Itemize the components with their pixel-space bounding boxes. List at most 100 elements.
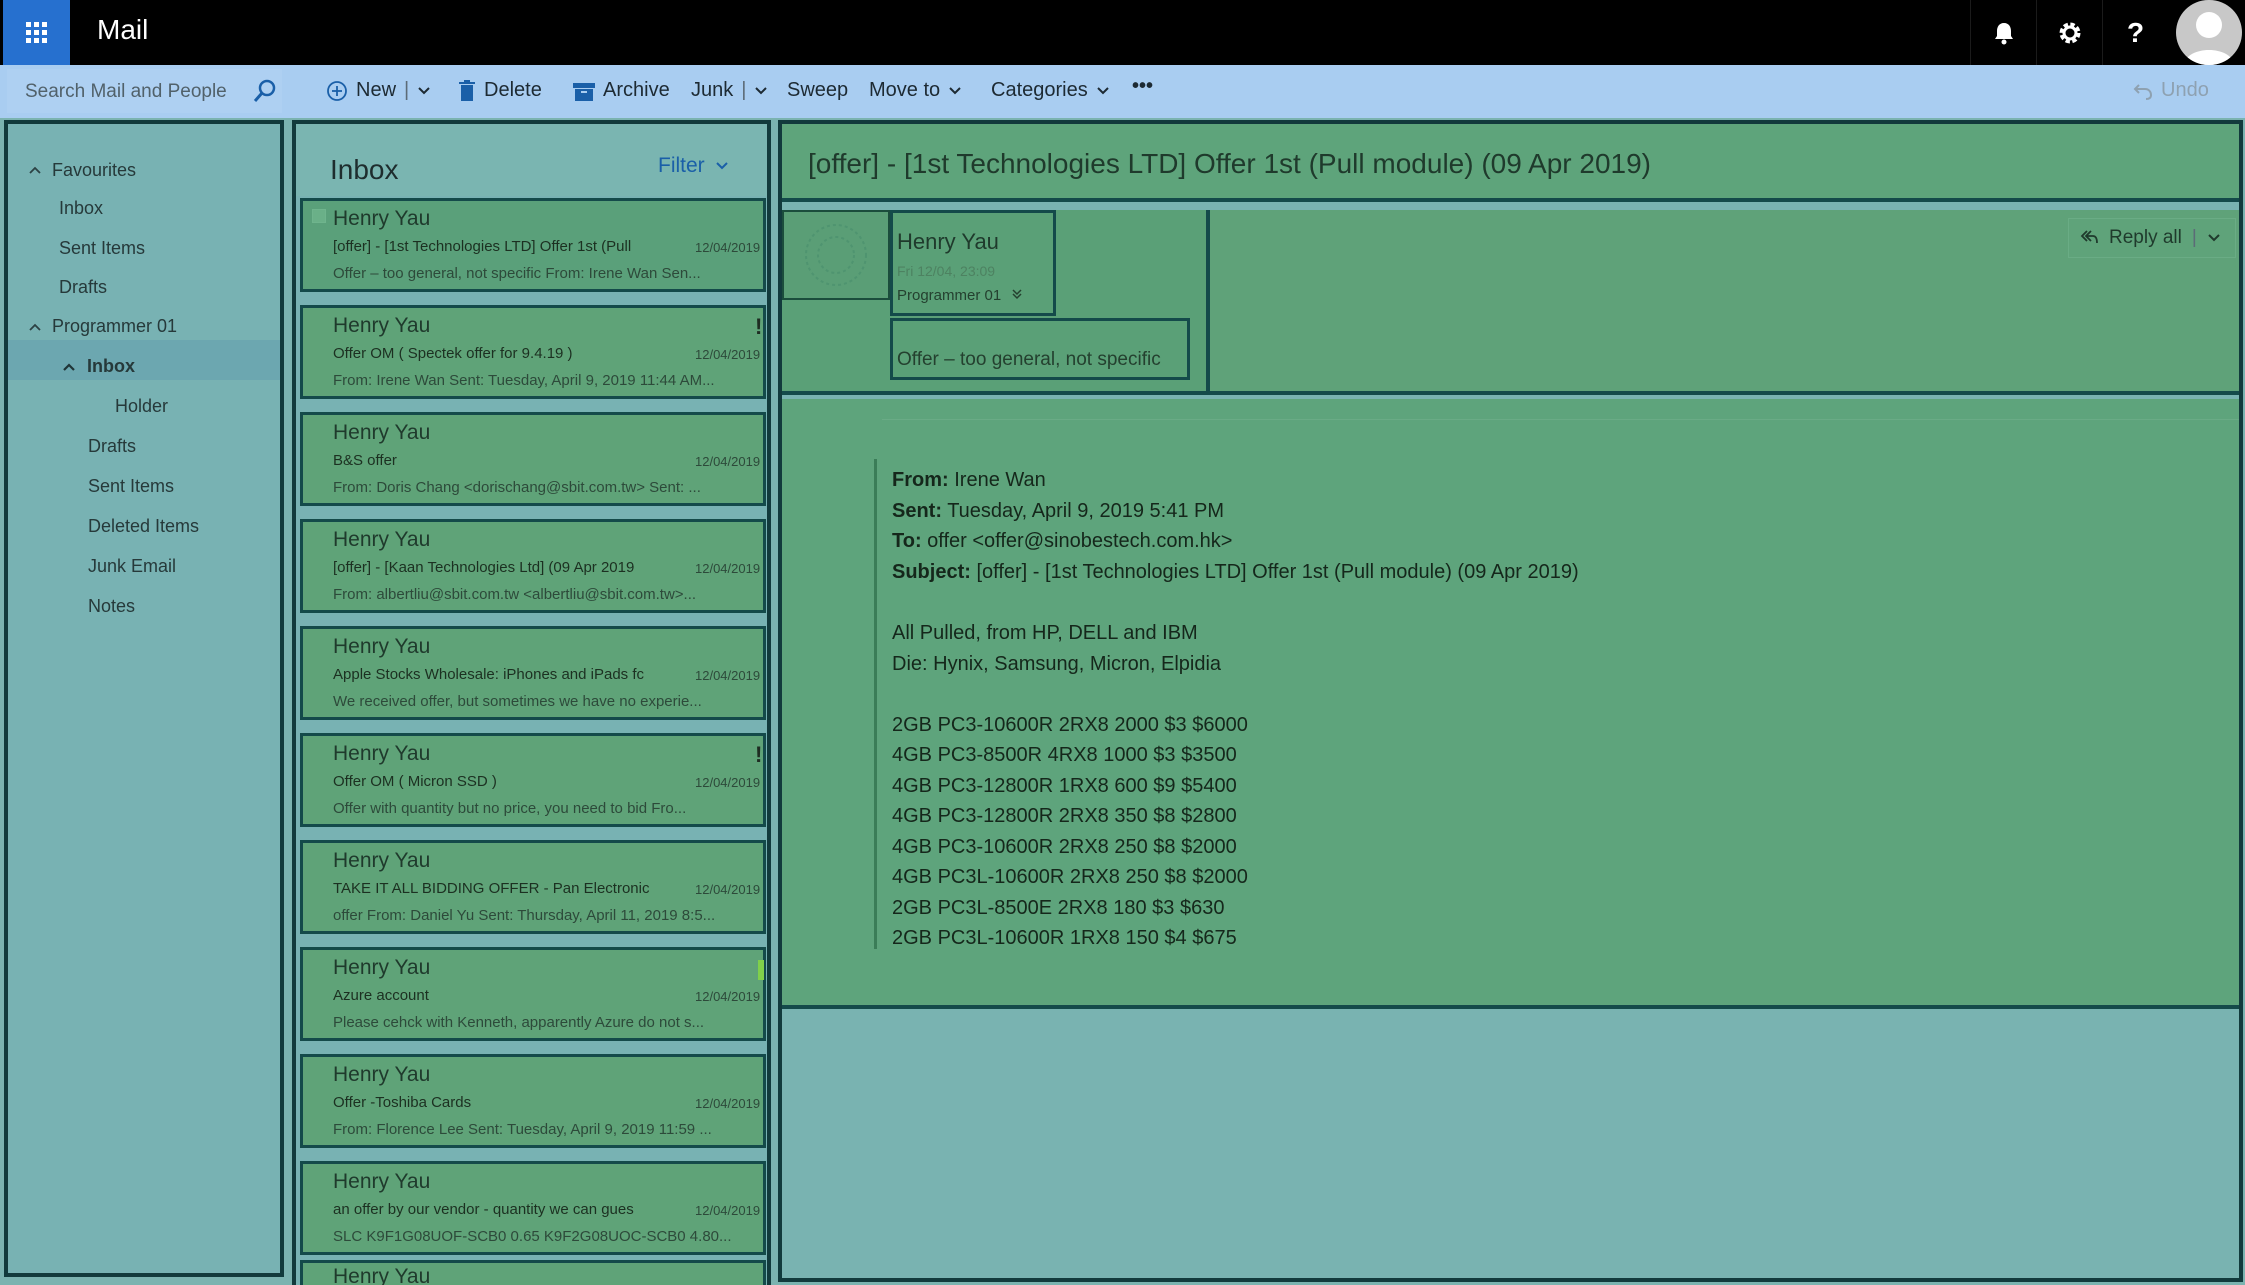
select-checkbox[interactable] <box>312 209 326 223</box>
chevron-down-icon <box>1097 86 1109 94</box>
message-subject: [offer] - [Kaan Technologies Ltd] (09 Ap… <box>333 559 635 576</box>
message-subject: an offer by our vendor - quantity we can… <box>333 1201 634 1218</box>
folder-label[interactable]: Programmer 01 <box>897 287 1023 304</box>
undo-button[interactable]: Undo <box>2133 79 2209 102</box>
message-item[interactable]: Henry Yau ! Offer OM ( Micron SSD ) 12/0… <box>300 733 766 827</box>
reply-all-label: Reply all <box>2109 227 2182 248</box>
folder-junk-email[interactable]: Junk Email <box>88 556 176 577</box>
sweep-button[interactable]: Sweep <box>787 79 848 102</box>
folder-notes[interactable]: Notes <box>88 596 135 617</box>
gear-icon <box>2059 22 2080 43</box>
help-button[interactable]: ? <box>2102 0 2168 65</box>
categories-button[interactable]: Categories <box>991 79 1110 102</box>
sent-line: Sent: Tuesday, April 9, 2019 5:41 PM <box>892 500 1224 523</box>
message-item[interactable]: Henry Yau Offer -Toshiba Cards 12/04/201… <box>300 1054 766 1148</box>
filter-button[interactable]: Filter <box>658 154 729 178</box>
folder-drafts[interactable]: Drafts <box>88 436 136 457</box>
double-chevron-down-icon <box>1012 289 1022 300</box>
move-to-label: Move to <box>869 79 941 101</box>
bell-icon <box>1994 22 2013 44</box>
junk-button[interactable]: Junk | <box>691 79 768 102</box>
message-item[interactable]: Henry Yau TAKE IT ALL BIDDING OFFER - Pa… <box>300 840 766 934</box>
reply-all-icon <box>2080 230 2098 244</box>
new-button[interactable]: New | <box>326 79 431 102</box>
more-actions-button[interactable]: ••• <box>1132 75 1153 98</box>
from-value: Irene Wan <box>948 469 1046 491</box>
folder-sent-items[interactable]: Sent Items <box>88 476 174 497</box>
message-subject: Offer OM ( Micron SSD ) <box>333 773 497 790</box>
message-item[interactable]: Henry Yau Azure account 12/04/2019 Pleas… <box>300 947 766 1041</box>
archive-button[interactable]: Archive <box>573 79 670 102</box>
undo-label: Undo <box>2161 79 2209 101</box>
message-item[interactable]: Henry Yau B&S offer 12/04/2019 From: Dor… <box>300 412 766 506</box>
search-icon[interactable] <box>253 79 277 103</box>
price-line: 2GB PC3L-8500E 2RX8 180 $3 $630 <box>892 897 1225 919</box>
reply-all-button[interactable]: Reply all | <box>2068 218 2236 258</box>
message-subject: TAKE IT ALL BIDDING OFFER - Pan Electron… <box>333 880 650 897</box>
chevron-up-icon[interactable] <box>28 165 42 175</box>
message-subject: Apple Stocks Wholesale: iPhones and iPad… <box>333 666 645 683</box>
message-item[interactable]: Henry Yau [offer] - [Kaan Technologies L… <box>300 519 766 613</box>
subject-label: Subject: <box>892 561 971 583</box>
subject-value: [offer] - [1st Technologies LTD] Offer 1… <box>970 561 1579 583</box>
price-line: 4GB PC3-10600R 2RX8 250 $8 $2000 <box>892 836 1237 858</box>
folder-fav-inbox[interactable]: Inbox <box>59 198 103 219</box>
folder-name: Programmer 01 <box>897 287 1002 304</box>
folder-favourites[interactable]: Favourites <box>52 160 136 181</box>
folder-fav-sent-items[interactable]: Sent Items <box>59 238 145 259</box>
sender-card: Henry Yau Fri 12/04, 23:09 Programmer 01… <box>782 210 1210 391</box>
plus-circle-icon <box>327 80 347 101</box>
sender-photo[interactable] <box>782 210 890 300</box>
chevron-up-icon[interactable] <box>28 322 42 332</box>
message-sender: Henry Yau <box>333 421 431 444</box>
sweep-label: Sweep <box>787 79 849 101</box>
folder-deleted-items[interactable]: Deleted Items <box>88 516 199 537</box>
message-item[interactable]: Henry Yau Apple Stocks Wholesale: iPhone… <box>300 626 766 720</box>
message-item[interactable]: Henry Yau [offer] - [1st Technologies LT… <box>300 198 766 292</box>
message-item[interactable]: Henry Yau <box>300 1260 766 1285</box>
chevron-down-icon <box>715 162 728 170</box>
price-line: 2GB PC3L-10600R 1RX8 150 $4 $675 <box>892 927 1237 949</box>
importance-icon: ! <box>755 314 763 339</box>
message-sender: Henry Yau <box>333 314 431 337</box>
message-sender: Henry Yau <box>333 1063 431 1086</box>
chevron-up-icon[interactable] <box>62 362 76 372</box>
more-icon: ••• <box>1132 75 1154 97</box>
body-line: Die: Hynix, Samsung, Micron, Elpidia <box>892 653 1222 675</box>
folder-fav-drafts[interactable]: Drafts <box>59 277 107 298</box>
price-line: 4GB PC3-8500R 4RX8 1000 $3 $3500 <box>892 744 1237 766</box>
delete-button[interactable]: Delete <box>458 79 542 102</box>
chevron-down-icon[interactable] <box>2207 233 2221 243</box>
folder-pane: Favourites Inbox Sent Items Drafts Progr… <box>4 120 284 1277</box>
notifications-button[interactable] <box>1970 0 2036 65</box>
search-box[interactable]: Search Mail and People <box>7 69 282 113</box>
avatar[interactable] <box>2176 0 2242 65</box>
move-to-button[interactable]: Move to <box>869 79 962 102</box>
chevron-down-icon[interactable] <box>754 86 768 96</box>
app-title: Mail <box>97 14 149 45</box>
settings-button[interactable] <box>2036 0 2102 65</box>
price-line: 4GB PC3-12800R 1RX8 600 $9 $5400 <box>892 775 1237 797</box>
archive-label: Archive <box>603 79 670 101</box>
separator: | <box>741 79 747 101</box>
folder-account[interactable]: Programmer 01 <box>52 316 177 337</box>
message-item[interactable]: Henry Yau an offer by our vendor - quant… <box>300 1161 766 1255</box>
message-item[interactable]: Henry Yau ! Offer OM ( Spectek offer for… <box>300 305 766 399</box>
app-launcher-button[interactable] <box>3 0 70 65</box>
chevron-down-icon[interactable] <box>417 86 431 96</box>
message-date: 12/04/2019 <box>695 668 761 683</box>
sender-info[interactable]: Henry Yau Fri 12/04, 23:09 Programmer 01 <box>890 210 1056 316</box>
folder-inbox[interactable]: Inbox <box>87 356 135 377</box>
folder-holder[interactable]: Holder <box>115 396 168 417</box>
junk-label: Junk <box>691 79 734 101</box>
subject-line: Subject: [offer] - [1st Technologies LTD… <box>892 561 1579 584</box>
search-input[interactable]: Search Mail and People <box>25 81 227 103</box>
message-sender: Henry Yau <box>333 207 431 230</box>
message-sender: Henry Yau <box>333 528 431 551</box>
reading-pane: [offer] - [1st Technologies LTD] Offer 1… <box>778 120 2243 1282</box>
message-subject: Offer OM ( Spectek offer for 9.4.19 ) <box>333 345 573 362</box>
selected-folder-highlight <box>8 340 280 380</box>
message-date: 12/04/2019 <box>695 561 761 576</box>
category-marker <box>758 960 764 980</box>
sender-name[interactable]: Henry Yau <box>897 229 999 255</box>
